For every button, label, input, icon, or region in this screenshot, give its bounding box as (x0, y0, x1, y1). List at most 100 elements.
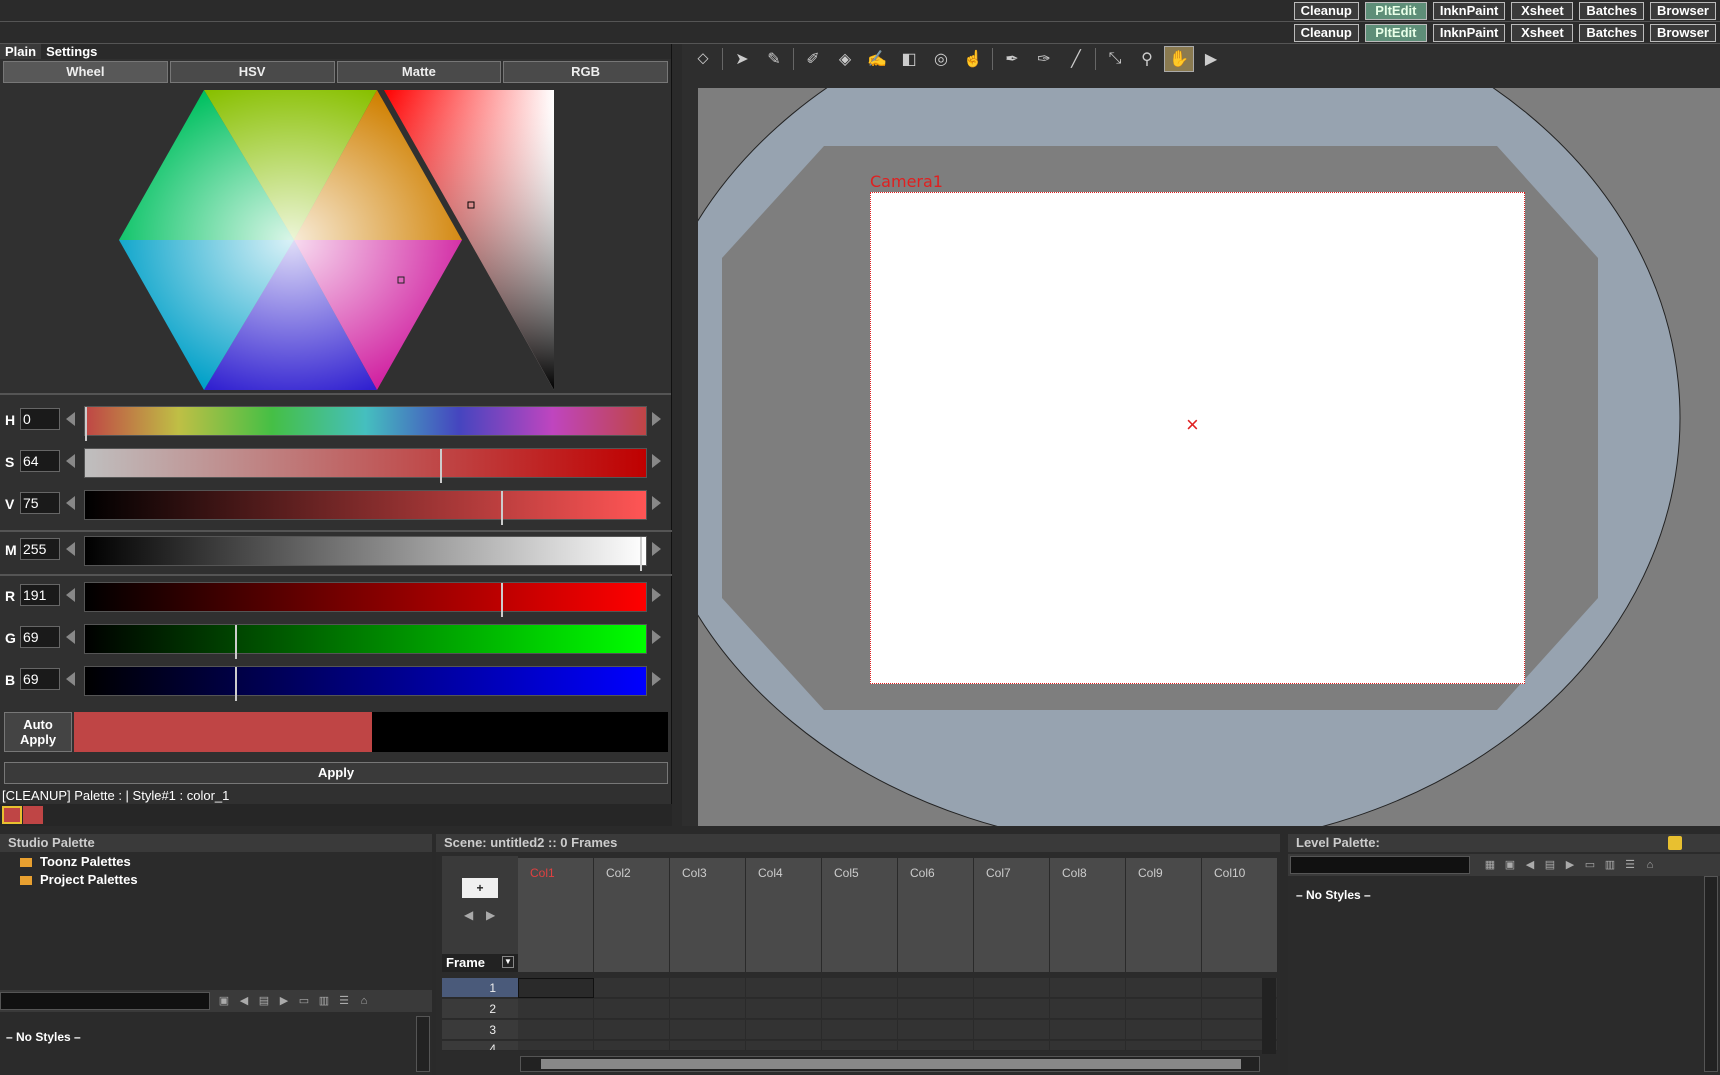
xsheet-cell[interactable] (746, 999, 822, 1019)
xsheet-cell[interactable] (974, 1041, 1050, 1051)
xsheet-cell[interactable] (1126, 978, 1202, 998)
slider-track[interactable] (84, 536, 647, 571)
slider-value-field[interactable]: 69 (20, 626, 60, 648)
room-tab-xsheet[interactable]: Xsheet (1511, 24, 1574, 42)
slider-decrease-icon[interactable] (66, 672, 75, 686)
tab-hsv[interactable]: HSV (169, 61, 335, 83)
xsheet-cell[interactable] (518, 1020, 594, 1040)
list-icon[interactable]: ▥ (314, 992, 334, 1010)
options-icon[interactable]: ☰ (334, 992, 354, 1010)
slider-thumb[interactable] (501, 583, 507, 617)
slider-increase-icon[interactable] (652, 496, 661, 510)
xsheet-cell[interactable] (594, 1041, 670, 1051)
column-header-col1[interactable]: Col1 (518, 858, 594, 972)
xsheet-cell[interactable] (822, 1041, 898, 1051)
xsheet-cell[interactable] (898, 1020, 974, 1040)
room-tab-pltedit[interactable]: PltEdit (1364, 2, 1427, 20)
frame-header[interactable]: Frame ▼ (442, 954, 518, 972)
slider-value-field[interactable]: 255 (20, 538, 60, 560)
tab-settings[interactable]: Settings (41, 44, 102, 59)
tree-item-project-palettes[interactable]: Project Palettes (20, 872, 138, 887)
slider-increase-icon[interactable] (652, 454, 661, 468)
level-palette-icons[interactable]: ▦ ▣ ◀ ▤ ▶ ▭ ▥ ☰ ⌂ (1480, 856, 1660, 874)
slider-decrease-icon[interactable] (66, 454, 75, 468)
animate-tool-icon[interactable]: ⬦ (688, 46, 718, 72)
xsheet-cell[interactable] (1126, 999, 1202, 1019)
more-tools-icon[interactable]: ▶ (1196, 46, 1226, 72)
geometric-tool-icon[interactable]: ✐ (798, 46, 828, 72)
add-note-button[interactable]: + (462, 878, 498, 898)
next-note-icon[interactable]: ▶ (486, 908, 495, 922)
frame-number[interactable]: 3 (442, 1020, 518, 1040)
xsheet-hscroll[interactable] (520, 1056, 1260, 1072)
column-header-col2[interactable]: Col2 (594, 858, 670, 972)
xsheet-cell[interactable] (518, 999, 594, 1019)
zoom-tool-icon[interactable]: ⚲ (1132, 46, 1162, 72)
slider-decrease-icon[interactable] (66, 630, 75, 644)
slider-increase-icon[interactable] (652, 412, 661, 426)
lock-icon[interactable]: ⌂ (354, 992, 374, 1010)
room-tab-browser[interactable]: Browser (1649, 2, 1716, 20)
color-wheel[interactable] (0, 85, 672, 395)
slider-g[interactable]: G 69 (0, 622, 672, 659)
xsheet-cell[interactable] (746, 978, 822, 998)
slider-increase-icon[interactable] (652, 672, 661, 686)
ruler-tool-icon[interactable]: ╱ (1061, 46, 1091, 72)
room-tab-inknpaint[interactable]: InknPaint (1432, 24, 1506, 42)
room-tab-batches[interactable]: Batches (1579, 24, 1644, 42)
xsheet-cell[interactable] (1126, 1020, 1202, 1040)
column-header-col3[interactable]: Col3 (670, 858, 746, 972)
frame-number[interactable]: 1 (442, 978, 518, 998)
slider-thumb[interactable] (440, 449, 446, 483)
column-header-col10[interactable]: Col10 (1202, 858, 1278, 972)
xsheet-cell[interactable] (1126, 1041, 1202, 1051)
slider-track[interactable] (84, 666, 647, 701)
page-icon[interactable]: ▤ (1540, 856, 1560, 874)
xsheet-hscroll-thumb[interactable] (541, 1059, 1241, 1069)
style-picker-tool-icon[interactable]: ✒ (997, 46, 1027, 72)
xsheet-cell[interactable] (974, 978, 1050, 998)
slider-v[interactable]: V 75 (0, 488, 672, 525)
options-icon[interactable]: ☰ (1620, 856, 1640, 874)
view-icon[interactable]: ▭ (1580, 856, 1600, 874)
xsheet-cell[interactable] (594, 1020, 670, 1040)
xsheet-cell[interactable] (594, 978, 670, 998)
slider-thumb[interactable] (235, 625, 241, 659)
xsheet-cell[interactable] (974, 1020, 1050, 1040)
tape-tool-icon[interactable]: ◎ (926, 46, 956, 72)
column-header-col9[interactable]: Col9 (1126, 858, 1202, 972)
xsheet-cell[interactable] (974, 999, 1050, 1019)
palette-name-field[interactable] (0, 992, 210, 1010)
tab-wheel[interactable]: Wheel (3, 61, 168, 83)
slider-decrease-icon[interactable] (66, 412, 75, 426)
brush-tool-icon[interactable]: ✎ (759, 46, 789, 72)
xsheet-cell[interactable] (822, 978, 898, 998)
xsheet-cell[interactable] (518, 978, 594, 998)
control-point-tool-icon[interactable]: ⤡ (1100, 46, 1130, 72)
xsheet-cell[interactable] (1050, 999, 1126, 1019)
fill-tool-icon[interactable]: ◈ (830, 46, 860, 72)
xsheet-cell[interactable] (1050, 978, 1126, 998)
slider-thumb[interactable] (85, 407, 91, 441)
level-palette-name-field[interactable] (1290, 856, 1470, 874)
column-header-col4[interactable]: Col4 (746, 858, 822, 972)
next-page-icon[interactable]: ▶ (1560, 856, 1580, 874)
style-chip-2[interactable] (23, 806, 43, 824)
slider-h[interactable]: H 0 (0, 404, 672, 441)
slider-value-field[interactable]: 191 (20, 584, 60, 606)
save-icon[interactable]: ▣ (214, 992, 234, 1010)
scrollbar[interactable] (416, 1016, 430, 1072)
tab-matte[interactable]: Matte (336, 61, 502, 83)
room-tab-batches[interactable]: Batches (1579, 2, 1644, 20)
column-header-col5[interactable]: Col5 (822, 858, 898, 972)
prev-page-icon[interactable]: ◀ (234, 992, 254, 1010)
room-tab-cleanup[interactable]: Cleanup (1293, 24, 1359, 42)
save-icon[interactable]: ▣ (1500, 856, 1520, 874)
prev-page-icon[interactable]: ◀ (1520, 856, 1540, 874)
slider-thumb[interactable] (235, 667, 241, 701)
column-header-col6[interactable]: Col6 (898, 858, 974, 972)
xsheet-cell[interactable] (594, 999, 670, 1019)
slider-value-field[interactable]: 75 (20, 492, 60, 514)
apply-button[interactable]: Apply (4, 762, 668, 784)
xsheet-cell[interactable] (822, 999, 898, 1019)
